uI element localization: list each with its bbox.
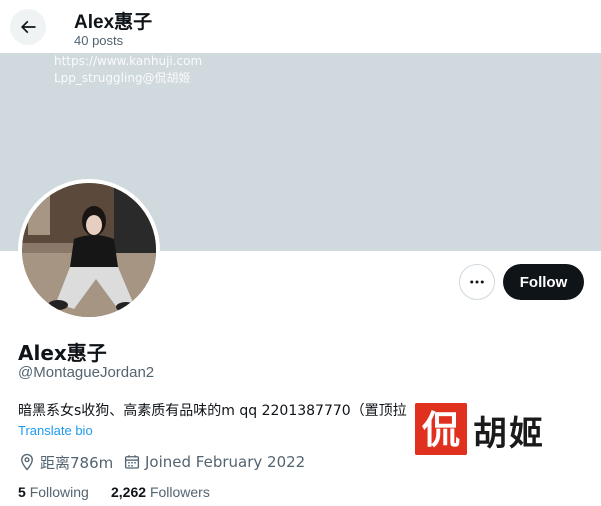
watermark-url: https://www.kanhuji.com [54, 54, 203, 68]
back-button[interactable] [10, 9, 46, 45]
watermark-seal: 侃 [415, 403, 467, 455]
watermark-credit: Lpp_struggling@侃胡姬 [54, 71, 191, 85]
following-count: 5 [18, 484, 26, 500]
post-count: 40 posts [74, 33, 124, 48]
translate-bio-link[interactable]: Translate bio [18, 423, 93, 438]
handle: @MontagueJordan2 [18, 364, 155, 381]
more-dots-icon [470, 280, 484, 284]
location-pin-icon [21, 453, 33, 471]
arrow-left-icon [20, 20, 36, 34]
display-name: Alex惠子 [18, 341, 107, 365]
joined-text: Joined February 2022 [145, 453, 306, 471]
seal-logo-icon: 侃 [415, 403, 467, 455]
svg-text:侃: 侃 [422, 407, 460, 452]
watermark-text: https://www.kanhuji.com Lpp_struggling@侃… [54, 53, 202, 87]
avatar-photo [22, 183, 156, 317]
following-link[interactable]: 5 Following [18, 484, 89, 500]
calendar-icon [124, 455, 140, 469]
watermark-brand: 胡姬 [473, 414, 545, 454]
followers-count: 2,262 [111, 484, 147, 500]
avatar[interactable] [18, 179, 160, 321]
location-text: 距离786m [40, 453, 114, 472]
followers-label: Followers [149, 484, 210, 500]
following-label: Following [29, 484, 89, 500]
profile-header: Alex惠子 40 posts [0, 0, 601, 53]
bio: 暗黑系女s收狗、高素质有品味的m qq 2201387770（置顶拉 [18, 403, 407, 419]
header-title: Alex惠子 [74, 12, 153, 33]
follow-button[interactable]: Follow [503, 264, 584, 300]
joined-date: Joined February 2022 [123, 452, 305, 472]
location: 距离786m [18, 452, 113, 472]
followers-link[interactable]: 2,262 Followers [111, 484, 210, 500]
more-button[interactable] [459, 264, 495, 300]
